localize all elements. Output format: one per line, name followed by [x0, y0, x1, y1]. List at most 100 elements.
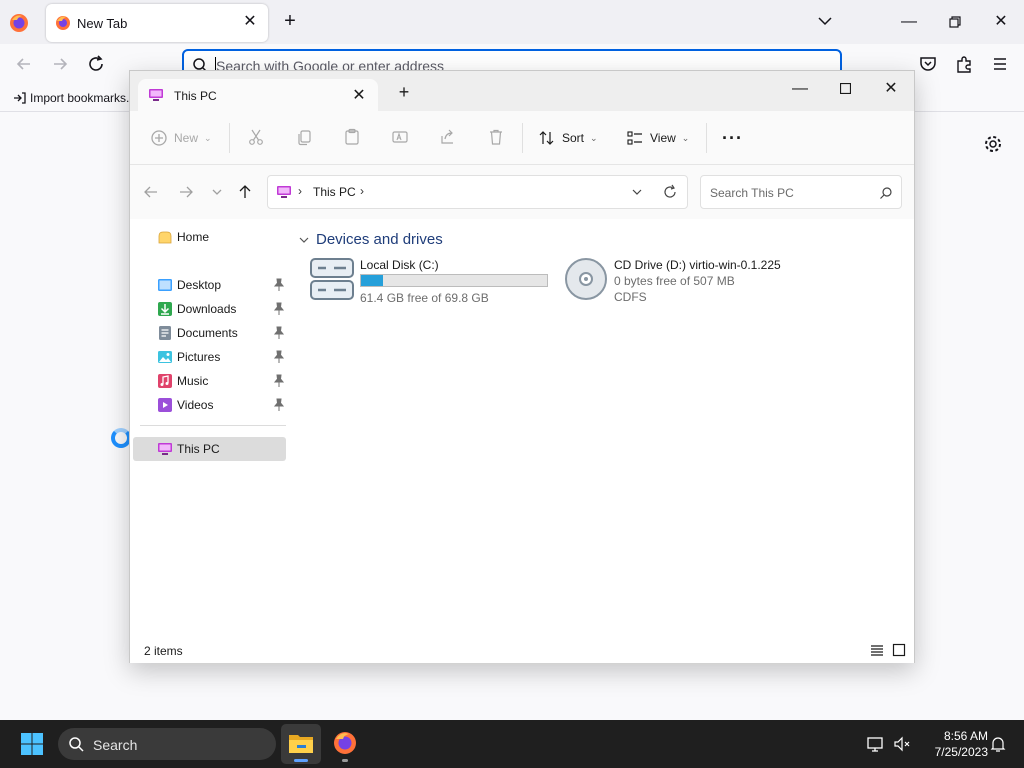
nav-item-pictures[interactable]: Pictures [133, 345, 286, 369]
nav-item-label: Home [177, 230, 210, 244]
pin-icon[interactable] [273, 350, 285, 364]
group-header-devices[interactable]: Devices and drives [298, 231, 443, 248]
new-label: New [174, 131, 199, 145]
view-button[interactable]: View ⌄ [626, 128, 689, 148]
this-pc-icon [277, 186, 291, 198]
videos-icon [158, 398, 172, 412]
taskbar-file-explorer[interactable] [281, 724, 321, 764]
up-arrow-icon[interactable] [236, 183, 254, 201]
pin-icon[interactable] [273, 278, 285, 292]
nav-item-home[interactable]: Home [133, 225, 286, 249]
drive-filesystem: CDFS [614, 290, 647, 304]
paste-icon[interactable] [343, 128, 361, 146]
details-view-icon[interactable] [870, 643, 884, 657]
gear-icon[interactable] [983, 134, 1003, 154]
close-window-icon[interactable]: ✕ [989, 10, 1013, 34]
close-tab-icon[interactable]: ✕ [240, 12, 260, 32]
taskbar-firefox[interactable] [325, 724, 365, 764]
nav-item-videos[interactable]: Videos [133, 393, 286, 417]
minimize-icon[interactable]: — [897, 10, 921, 34]
restore-icon[interactable] [943, 10, 967, 34]
forward-arrow-icon[interactable] [50, 54, 70, 74]
new-tab-button[interactable]: + [395, 83, 413, 101]
nav-item-label: Downloads [177, 302, 237, 316]
drive-usage-bar [360, 274, 548, 287]
this-pc-icon [158, 443, 172, 455]
close-tab-icon[interactable]: ✕ [350, 85, 368, 105]
share-icon[interactable] [439, 128, 457, 146]
sort-icon [539, 131, 554, 145]
pin-icon[interactable] [273, 398, 285, 412]
drive-cd-d[interactable]: CD Drive (D:) virtio-win-0.1.225 0 bytes… [564, 257, 814, 307]
firefox-icon [334, 732, 356, 754]
taskbar-search[interactable]: Search [58, 728, 276, 760]
pin-icon[interactable] [273, 302, 285, 316]
notifications-icon[interactable] [988, 734, 1008, 754]
search-input[interactable]: Search This PC [700, 175, 902, 209]
nav-item-downloads[interactable]: Downloads [133, 297, 286, 321]
chevron-right-icon[interactable]: › [360, 184, 364, 198]
list-all-tabs-icon[interactable] [816, 12, 834, 30]
chevron-down-icon[interactable] [630, 185, 644, 199]
start-windows-icon[interactable] [20, 732, 44, 756]
view-icon [627, 131, 642, 145]
more-options-button[interactable]: ··· [722, 128, 743, 148]
breadcrumb-this-pc[interactable]: This PC [313, 185, 356, 199]
pocket-icon[interactable] [918, 54, 938, 74]
music-icon [158, 374, 172, 388]
tab-new-tab[interactable]: New Tab ✕ [46, 4, 268, 42]
nav-item-documents[interactable]: Documents [133, 321, 286, 345]
back-arrow-icon[interactable] [14, 54, 34, 74]
nav-item-desktop[interactable]: Desktop [133, 273, 286, 297]
network-icon[interactable] [866, 734, 886, 754]
new-button[interactable]: New ⌄ [150, 128, 212, 148]
copy-icon[interactable] [295, 128, 313, 146]
pictures-icon [158, 351, 172, 363]
chevron-down-icon: ⌄ [204, 132, 212, 143]
tab-this-pc[interactable]: This PC ✕ [138, 79, 378, 111]
clock-date: 7/25/2023 [934, 745, 988, 759]
reload-icon[interactable] [86, 54, 106, 74]
refresh-icon[interactable] [662, 184, 678, 200]
cut-icon[interactable] [247, 128, 265, 146]
close-window-icon[interactable]: ✕ [879, 77, 903, 101]
search-icon [880, 187, 892, 199]
import-bookmarks-button[interactable]: Import bookmarks... [12, 91, 136, 105]
drive-name: CD Drive (D:) virtio-win-0.1.225 [614, 258, 781, 272]
forward-arrow-icon[interactable] [177, 183, 195, 201]
documents-icon [159, 326, 171, 340]
file-explorer-icon [289, 735, 313, 753]
maximize-icon[interactable] [833, 77, 857, 101]
menu-icon[interactable] [990, 54, 1010, 74]
taskbar-clock[interactable]: 8:56 AM 7/25/2023 [918, 728, 988, 760]
extensions-icon[interactable] [954, 54, 974, 74]
taskbar: Search 8:56 AM 7/25/2023 [0, 720, 1024, 768]
new-tab-button[interactable]: + [280, 11, 300, 31]
nav-item-music[interactable]: Music [133, 369, 286, 393]
downloads-icon [158, 302, 172, 316]
pin-icon[interactable] [273, 326, 285, 340]
nav-item-label: Music [177, 374, 209, 388]
minimize-icon[interactable]: — [788, 77, 812, 101]
firefox-view-icon[interactable] [8, 12, 30, 34]
nav-item-label: Videos [177, 398, 214, 412]
recent-locations-icon[interactable] [208, 183, 226, 201]
sort-button[interactable]: Sort ⌄ [538, 128, 598, 148]
nav-item-label: Documents [177, 326, 238, 340]
delete-icon[interactable] [487, 128, 505, 146]
firefox-tab-bar: New Tab ✕ + — ✕ [0, 0, 1024, 44]
pin-icon[interactable] [273, 374, 285, 388]
volume-muted-icon[interactable] [892, 734, 912, 754]
status-bar: 2 items [130, 637, 914, 663]
nav-item-this-pc[interactable]: This PC [133, 437, 286, 461]
nav-item-label: This PC [177, 442, 220, 456]
back-arrow-icon[interactable] [142, 183, 160, 201]
add-circle-icon [151, 130, 167, 146]
divider [229, 123, 230, 153]
file-explorer-window: This PC ✕ + — ✕ New ⌄ Sort ⌄ View ⌄ ··· … [129, 70, 915, 663]
drive-local-disk-c[interactable]: Local Disk (C:) 61.4 GB free of 69.8 GB [310, 257, 560, 307]
address-bar[interactable]: › This PC › [267, 175, 688, 209]
rename-icon[interactable] [391, 128, 409, 146]
tiles-view-icon[interactable] [892, 643, 906, 657]
chevron-right-icon[interactable]: › [298, 184, 302, 198]
